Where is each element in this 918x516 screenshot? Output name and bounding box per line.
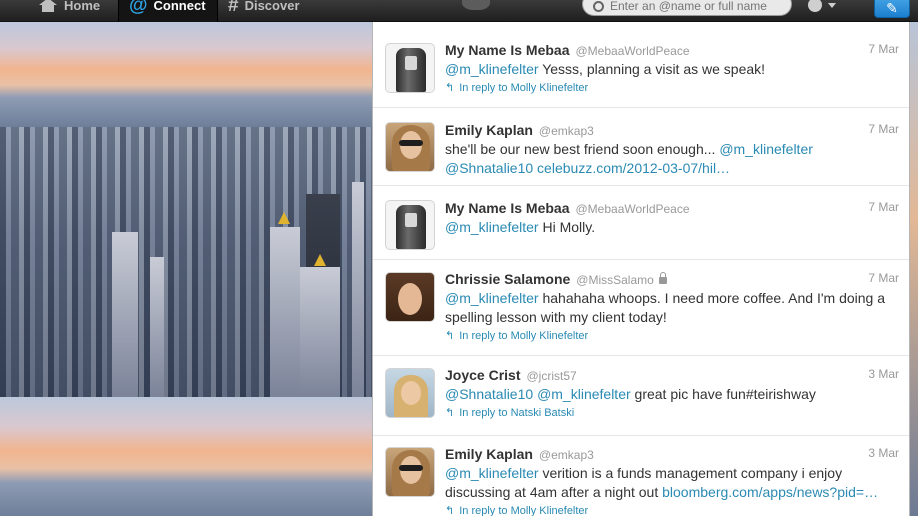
mention-link[interactable]: @Shnatalie10 bbox=[445, 386, 533, 402]
mention-link[interactable]: @m_klinefelter bbox=[445, 465, 539, 481]
background-image bbox=[0, 22, 372, 516]
mention-link[interactable]: @m_klinefelter bbox=[719, 141, 813, 157]
tweet-timeline: My Name Is Mebaa @MebaaWorldPeace 7 Mar … bbox=[372, 22, 910, 516]
tweet-author-name[interactable]: Emily Kaplan bbox=[445, 122, 533, 138]
url-link[interactable]: celebuzz.com/2012-03-07/hil… bbox=[533, 160, 730, 176]
tweet-text: @m_klinefelter verition is a funds manag… bbox=[445, 465, 879, 500]
background-image-edge bbox=[910, 22, 918, 516]
at-icon: @ bbox=[129, 0, 148, 16]
top-navigation-bar: Home @ Connect # Discover ✎ bbox=[0, 0, 918, 22]
in-reply-to-link[interactable]: ↰ In reply to Molly Klinefelter bbox=[445, 81, 899, 95]
mention-link[interactable]: @Shnatalie10 bbox=[445, 160, 533, 176]
tweet-author-handle[interactable]: @jcrist57 bbox=[526, 369, 576, 383]
tweet-author-name[interactable]: Joyce Crist bbox=[445, 367, 520, 383]
reply-arrow-icon: ↰ bbox=[445, 330, 455, 342]
mention-link[interactable]: @m_klinefelter bbox=[445, 219, 539, 235]
tweet-date[interactable]: 7 Mar bbox=[868, 271, 899, 285]
tweet-date[interactable]: 7 Mar bbox=[868, 122, 899, 136]
tweet-author-handle[interactable]: @MebaaWorldPeace bbox=[576, 44, 690, 58]
reply-arrow-icon: ↰ bbox=[445, 407, 455, 419]
home-icon bbox=[38, 0, 58, 12]
search-input[interactable] bbox=[610, 0, 780, 13]
tweet-text: @m_klinefelter Hi Molly. bbox=[445, 219, 596, 235]
tweet-date[interactable]: 3 Mar bbox=[868, 446, 899, 460]
twitter-bird-icon[interactable] bbox=[462, 0, 490, 10]
tweet-text: @m_klinefelter Yesss, planning a visit a… bbox=[445, 61, 766, 77]
in-reply-to-link[interactable]: ↰ In reply to Molly Klinefelter bbox=[445, 504, 899, 516]
nav-home[interactable]: Home bbox=[38, 0, 100, 22]
compose-tweet-button[interactable]: ✎ bbox=[874, 0, 910, 18]
tweet-author-name[interactable]: Emily Kaplan bbox=[445, 446, 533, 462]
avatar[interactable] bbox=[385, 368, 435, 418]
mention-link[interactable]: @m_klinefelter bbox=[537, 386, 631, 402]
chevron-down-icon bbox=[828, 2, 836, 8]
tweet-item[interactable]: Joyce Crist @jcrist57 3 Mar @Shnatalie10… bbox=[373, 356, 909, 436]
search-box[interactable] bbox=[582, 0, 792, 16]
in-reply-to-link[interactable]: ↰ In reply to Molly Klinefelter bbox=[445, 329, 899, 343]
in-reply-to-link[interactable]: ↰ In reply to Natski Batski bbox=[445, 406, 899, 420]
reply-arrow-icon: ↰ bbox=[445, 82, 455, 94]
tweet-author-handle[interactable]: @emkap3 bbox=[539, 124, 594, 138]
tweet-text: @m_klinefelter hahahaha whoops. I need m… bbox=[445, 290, 886, 325]
mention-link[interactable]: @m_klinefelter bbox=[445, 61, 539, 77]
nav-home-label: Home bbox=[64, 0, 101, 13]
url-link[interactable]: bloomberg.com/apps/news?pid=… bbox=[662, 484, 878, 500]
lock-icon bbox=[658, 272, 667, 284]
tweet-item[interactable]: Emily Kaplan @emkap3 7 Mar she'll be our… bbox=[373, 108, 909, 186]
compose-icon: ✎ bbox=[886, 0, 898, 16]
avatar[interactable] bbox=[385, 122, 435, 172]
tweet-item[interactable]: Chrissie Salamone @MissSalamo 7 Mar @m_k… bbox=[373, 260, 909, 356]
tweet-text: she'll be our new best friend soon enoug… bbox=[445, 141, 813, 176]
mention-link[interactable]: @m_klinefelter bbox=[445, 290, 539, 306]
nav-discover-label: Discover bbox=[244, 0, 300, 13]
avatar[interactable] bbox=[385, 447, 435, 497]
tweet-author-handle[interactable]: @MissSalamo bbox=[576, 273, 654, 287]
tweet-author-name[interactable]: Chrissie Salamone bbox=[445, 271, 570, 287]
hashtag-icon: # bbox=[228, 0, 239, 16]
tweet-text: @Shnatalie10 @m_klinefelter great pic ha… bbox=[445, 386, 816, 402]
tweet-date[interactable]: 3 Mar bbox=[868, 367, 899, 381]
nav-discover[interactable]: # Discover bbox=[228, 0, 300, 22]
tweet-item[interactable]: My Name Is Mebaa @MebaaWorldPeace 7 Mar … bbox=[373, 22, 909, 108]
search-icon bbox=[593, 0, 604, 12]
avatar[interactable] bbox=[385, 272, 435, 322]
tweet-author-name[interactable]: My Name Is Mebaa bbox=[445, 42, 570, 58]
user-icon bbox=[808, 0, 822, 12]
tweet-date[interactable]: 7 Mar bbox=[868, 42, 899, 56]
avatar[interactable] bbox=[385, 43, 435, 93]
tweet-author-name[interactable]: My Name Is Mebaa bbox=[445, 200, 570, 216]
tweet-author-handle[interactable]: @MebaaWorldPeace bbox=[576, 202, 690, 216]
nav-connect[interactable]: @ Connect bbox=[118, 0, 218, 22]
tweet-item[interactable]: My Name Is Mebaa @MebaaWorldPeace 7 Mar … bbox=[373, 186, 909, 260]
user-menu-button[interactable] bbox=[808, 0, 852, 14]
tweet-author-handle[interactable]: @emkap3 bbox=[539, 448, 594, 462]
reply-arrow-icon: ↰ bbox=[445, 505, 455, 516]
nav-connect-label: Connect bbox=[153, 0, 206, 13]
tweet-date[interactable]: 7 Mar bbox=[868, 200, 899, 214]
tweet-item[interactable]: Emily Kaplan @emkap3 3 Mar @m_klinefelte… bbox=[373, 436, 909, 516]
avatar[interactable] bbox=[385, 200, 435, 250]
